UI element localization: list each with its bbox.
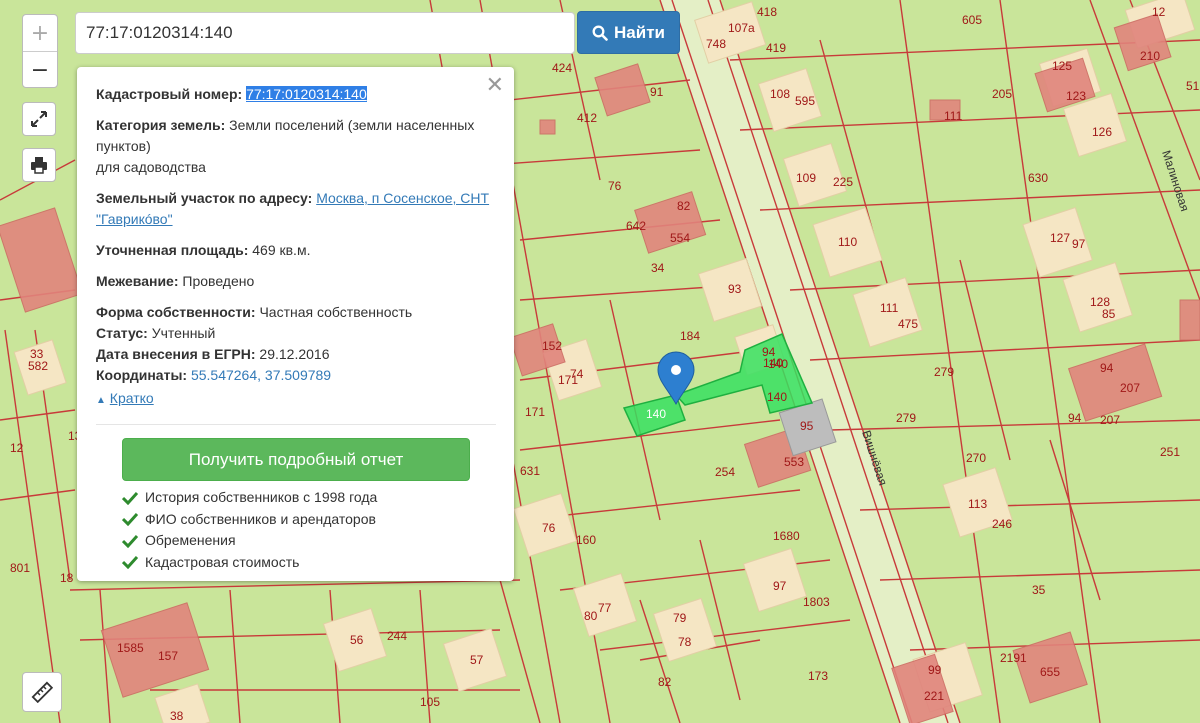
parcel-info-popup: ✕ Кадастровый номер: 77:17:0120314:140 К…	[77, 67, 514, 581]
feature-label: Кадастровая стоимость	[145, 553, 300, 570]
registry-date-value: 29.12.2016	[259, 346, 330, 362]
check-icon	[122, 534, 138, 548]
survey-label: Межевание:	[96, 273, 179, 289]
list-item: История собственников с 1998 года	[122, 487, 496, 509]
divider	[96, 424, 496, 425]
ruler-icon	[31, 681, 53, 703]
feature-label: Обременения	[145, 532, 236, 548]
cadastral-search-input[interactable]	[75, 12, 575, 54]
print-icon	[31, 157, 47, 174]
check-icon	[122, 556, 138, 570]
feature-label: ФИО собственников и арендаторов	[145, 510, 376, 527]
search-button[interactable]: Найти	[577, 11, 680, 54]
coordinates-value: 55.547264, 37.509789	[190, 367, 332, 383]
check-icon	[122, 491, 138, 505]
registry-date-label: Дата внесения в ЕГРН:	[96, 346, 256, 362]
search-button-label: Найти	[614, 22, 665, 42]
ownership-label: Форма собственности:	[96, 304, 256, 320]
coordinates-label: Координаты:	[96, 367, 188, 383]
list-item: ФИО собственников и арендаторов	[122, 509, 496, 531]
status-label: Статус:	[96, 325, 148, 341]
zoom-in-button[interactable]: +	[23, 15, 57, 52]
get-report-button[interactable]: Получить подробный отчет	[122, 438, 470, 481]
close-icon[interactable]: ✕	[486, 75, 504, 97]
zoom-out-button[interactable]: −	[23, 52, 57, 88]
address-label: Земельный участок по адресу:	[96, 190, 313, 206]
brief-link[interactable]: Кратко	[110, 390, 154, 406]
land-category-label: Категория земель:	[96, 117, 226, 133]
list-item: Обременения	[122, 530, 496, 552]
cadastral-number-value[interactable]: 77:17:0120314:140	[246, 86, 367, 102]
feature-label: История собственников с 1998 года	[145, 489, 378, 505]
land-use-value: для садоводства	[96, 159, 206, 175]
status-value: Учтенный	[151, 325, 216, 341]
survey-value: Проведено	[182, 273, 255, 289]
print-button[interactable]	[22, 148, 56, 182]
search-icon	[592, 25, 608, 41]
ownership-value: Частная собственность	[259, 304, 413, 320]
cadastral-number-label: Кадастровый номер:	[96, 86, 243, 102]
area-label: Уточненная площадь:	[96, 242, 249, 258]
ruler-button[interactable]	[22, 672, 62, 712]
fullscreen-button[interactable]	[22, 102, 56, 136]
list-item: Кадастровая стоимость	[122, 552, 496, 574]
fullscreen-icon	[31, 111, 47, 127]
report-features-list: История собственников с 1998 года ФИО со…	[122, 487, 496, 573]
check-icon	[122, 513, 138, 527]
brief-toggle[interactable]: ▲ Кратко	[96, 388, 496, 411]
chevron-up-icon: ▲	[96, 395, 106, 406]
zoom-control: + −	[22, 14, 58, 88]
area-value: 469 кв.м.	[252, 242, 311, 258]
